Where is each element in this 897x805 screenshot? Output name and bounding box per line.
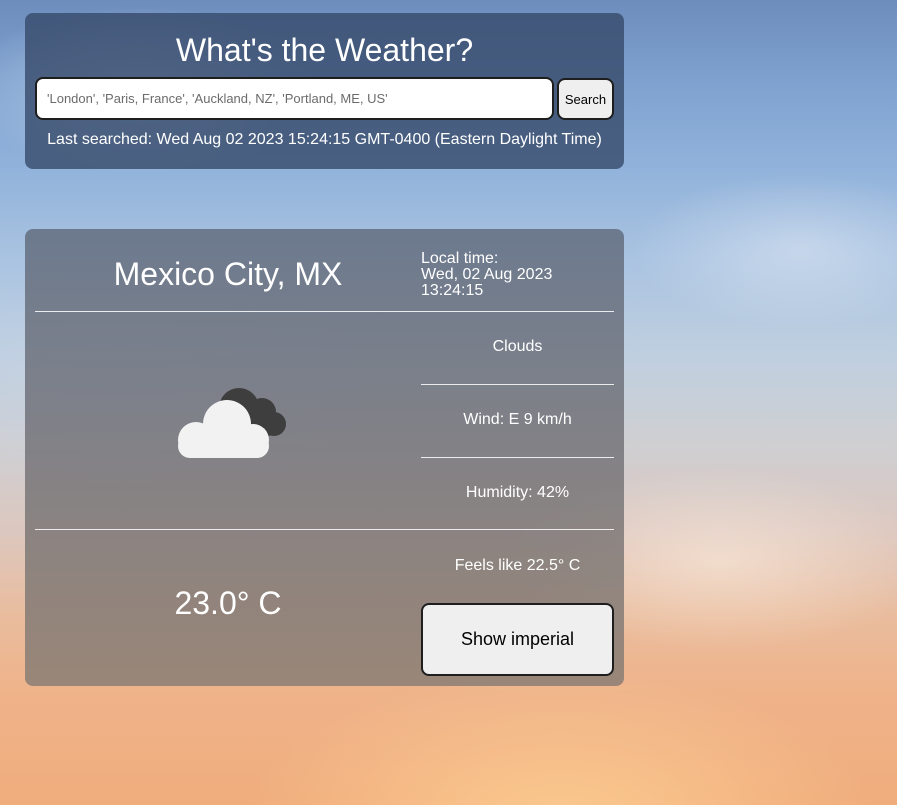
divider	[421, 457, 614, 458]
wind-text: Wind: E 9 km/h	[463, 411, 572, 428]
feels-like-text: Feels like 22.5° C	[454, 557, 581, 574]
clouds-icon	[169, 382, 289, 460]
app-title: What's the Weather?	[175, 32, 474, 68]
search-input[interactable]	[35, 77, 554, 120]
temperature: 23.0° C	[174, 585, 282, 621]
condition-text: Clouds	[492, 338, 543, 355]
search-panel: What's the Weather? Search Last searched…	[25, 13, 624, 169]
local-date: Wed, 02 Aug 2023	[421, 266, 553, 283]
search-button[interactable]: Search	[557, 78, 614, 120]
local-clock: 13:24:15	[421, 282, 484, 299]
show-imperial-button[interactable]: Show imperial	[421, 603, 614, 676]
divider	[421, 384, 614, 385]
local-time: Local time: Wed, 02 Aug 2023 13:24:15	[421, 251, 621, 299]
last-searched-text: Last searched: Wed Aug 02 2023 15:24:15 …	[47, 131, 602, 148]
city-name: Mexico City, MX	[113, 256, 343, 292]
divider	[35, 311, 614, 312]
weather-panel: Mexico City, MX Local time: Wed, 02 Aug …	[25, 229, 624, 686]
divider	[35, 529, 614, 530]
local-time-label: Local time:	[421, 250, 499, 267]
humidity-text: Humidity: 42%	[465, 484, 570, 501]
